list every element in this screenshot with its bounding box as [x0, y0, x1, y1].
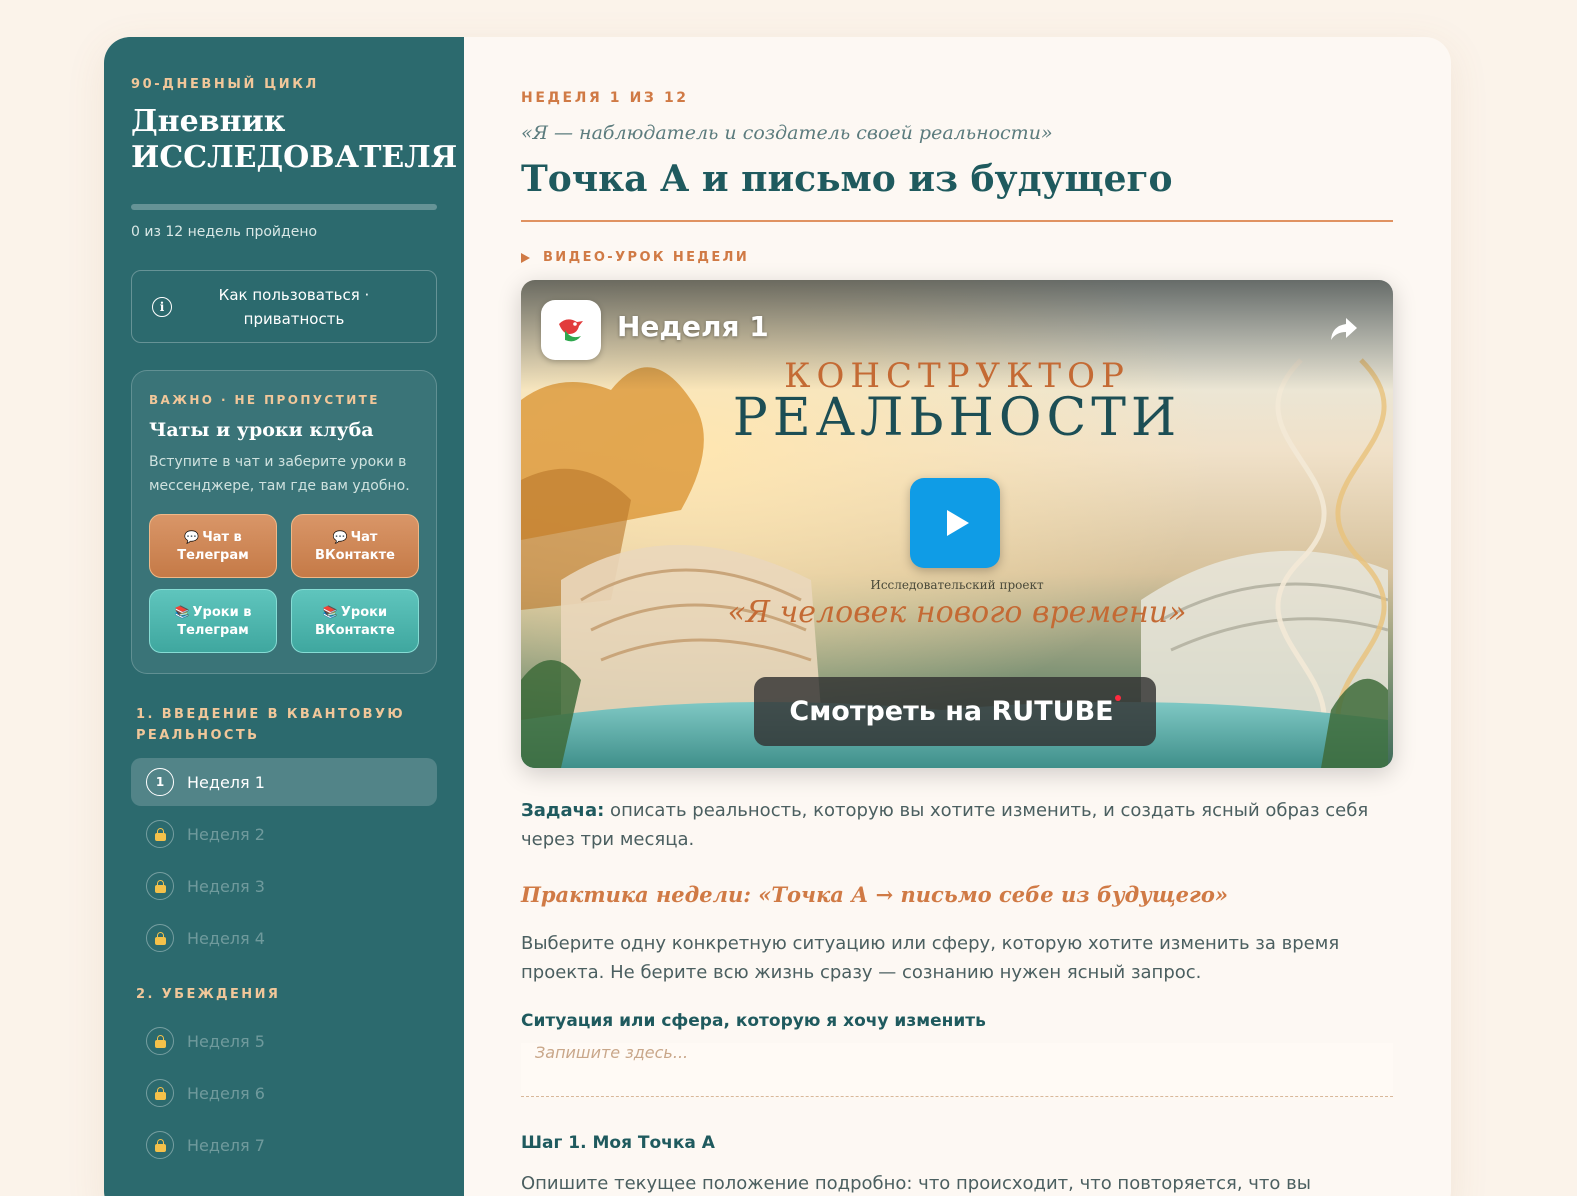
sidebar-item-label: Неделя 1 — [187, 772, 265, 792]
important-title: Чаты и уроки клуба — [149, 419, 374, 441]
sidebar-item-label: Неделя 2 — [187, 824, 265, 844]
chat-bubble-icon: 💬 — [332, 529, 348, 544]
sidebar-item-label: Неделя 6 — [187, 1083, 265, 1103]
help-privacy-button[interactable]: i Как пользоваться · приватность — [131, 270, 437, 343]
sidebar-eyebrow: 90-ДНЕВНЫЙ ЦИКЛ — [131, 77, 319, 92]
sidebar-title: Дневник ИССЛЕДОВАТЕЛЯ — [131, 104, 458, 175]
share-icon[interactable] — [1329, 316, 1359, 342]
play-triangle-icon — [521, 252, 530, 263]
sidebar-item-week-6[interactable]: Неделя 6 — [131, 1069, 437, 1117]
week-nav-section-2: Неделя 5 Неделя 6 Неделя 7 — [131, 1017, 437, 1169]
play-button[interactable] — [910, 478, 1000, 568]
watch-on-rutube-button[interactable]: Смотреть на RUTUBE — [754, 677, 1156, 746]
chat-bubble-icon: 💬 — [184, 529, 200, 544]
practice-title: Практика недели: «Точка А → письмо себе … — [521, 882, 1228, 907]
step-1-text: Опишите текущее положение подробно: что … — [521, 1173, 1311, 1194]
practice-text: Выберите одну конкретную ситуацию или сф… — [521, 933, 1340, 983]
telegram-chat-button[interactable]: 💬 Чат в Телеграм — [149, 514, 277, 578]
vk-chat-label: Чат ВКонтакте — [315, 529, 395, 563]
books-icon: 📚 — [174, 604, 190, 619]
week-nav-section-1: 1 Неделя 1 Неделя 2 Неделя 3 Неделя 4 — [131, 758, 437, 962]
books-icon: 📚 — [322, 604, 338, 619]
week-number-badge: 1 — [146, 768, 174, 796]
watch-on-rutube-label: Смотреть на RUTUBE — [789, 696, 1114, 727]
sidebar-item-week-5[interactable]: Неделя 5 — [131, 1017, 437, 1065]
step-1-title: Шаг 1. Моя Точка А — [521, 1133, 715, 1153]
situation-field-label: Ситуация или сфера, которую я хочу измен… — [521, 1011, 986, 1031]
sidebar-item-label: Неделя 4 — [187, 928, 265, 948]
lock-icon — [146, 1079, 174, 1107]
video-section-label: ВИДЕО-УРОК НЕДЕЛИ — [521, 250, 1393, 265]
app-window: 90-ДНЕВНЫЙ ЦИКЛ Дневник ИССЛЕДОВАТЕЛЯ 0 … — [104, 37, 1451, 1196]
help-privacy-label: Как пользоваться · приватность — [218, 285, 370, 328]
section-title-beliefs: 2. УБЕЖДЕНИЯ — [136, 987, 281, 1002]
lock-icon — [146, 924, 174, 952]
task-text: Задача: описать реальность, которую вы х… — [521, 796, 1393, 854]
sidebar-item-label: Неделя 3 — [187, 876, 265, 896]
play-icon — [947, 510, 969, 536]
poster-heading-2: РЕАЛЬНОСТИ — [732, 388, 1182, 448]
sidebar-item-week-7[interactable]: Неделя 7 — [131, 1121, 437, 1169]
section-title-intro: 1. ВВЕДЕНИЕ В КВАНТОВУЮ РЕАЛЬНОСТЬ — [136, 707, 406, 743]
lock-icon — [146, 872, 174, 900]
important-eyebrow: ВАЖНО · НЕ ПРОПУСТИТЕ — [149, 393, 380, 407]
task-label: Задача: — [521, 800, 605, 821]
video-player[interactable]: Неделя 1 КОНСТРУКТОР РЕАЛЬНОСТИ Исследов… — [521, 280, 1393, 768]
rutube-dot-icon — [1114, 694, 1121, 701]
lock-icon — [146, 820, 174, 848]
lock-icon — [146, 1027, 174, 1055]
vk-chat-button[interactable]: 💬 Чат ВКонтакте — [291, 514, 419, 578]
channel-logo-icon[interactable] — [541, 300, 601, 360]
club-buttons: 💬 Чат в Телеграм 💬 Чат ВКонтакте 📚 Уроки в … — [149, 514, 419, 653]
progress-bar — [131, 204, 437, 210]
sidebar-item-label: Неделя 7 — [187, 1135, 265, 1155]
poster-caption: Исследовательский проект — [870, 578, 1044, 592]
info-icon: i — [152, 296, 172, 317]
video-label-text: ВИДЕО-УРОК НЕДЕЛИ — [543, 250, 750, 265]
sidebar-item-week-3[interactable]: Неделя 3 — [131, 862, 437, 910]
lock-icon — [146, 1131, 174, 1159]
poster-quote: «Я человек нового времени» — [727, 595, 1187, 630]
video-title: Неделя 1 — [617, 310, 769, 343]
sidebar: 90-ДНЕВНЫЙ ЦИКЛ Дневник ИССЛЕДОВАТЕЛЯ 0 … — [104, 37, 464, 1196]
vk-lessons-button[interactable]: 📚 Уроки ВКонтакте — [291, 589, 419, 653]
week-subtitle: «Я — наблюдатель и создатель своей реаль… — [521, 122, 1053, 144]
telegram-lessons-button[interactable]: 📚 Уроки в Телеграм — [149, 589, 277, 653]
page-title: Точка А и письмо из будущего — [521, 158, 1393, 222]
important-card: ВАЖНО · НЕ ПРОПУСТИТЕ Чаты и уроки клуба… — [131, 370, 437, 674]
week-eyebrow: НЕДЕЛЯ 1 ИЗ 12 — [521, 90, 689, 106]
sidebar-item-week-4[interactable]: Неделя 4 — [131, 914, 437, 962]
important-text: Вступите в чат и заберите уроки в мессен… — [149, 454, 410, 494]
sidebar-item-week-2[interactable]: Неделя 2 — [131, 810, 437, 858]
situation-textarea[interactable] — [521, 1043, 1393, 1097]
main-content: НЕДЕЛЯ 1 ИЗ 12 «Я — наблюдатель и создат… — [464, 37, 1451, 1196]
sidebar-item-week-1[interactable]: 1 Неделя 1 — [131, 758, 437, 806]
progress-text: 0 из 12 недель пройдено — [131, 224, 318, 240]
task-description: описать реальность, которую вы хотите из… — [521, 800, 1369, 850]
sidebar-item-label: Неделя 5 — [187, 1031, 265, 1051]
